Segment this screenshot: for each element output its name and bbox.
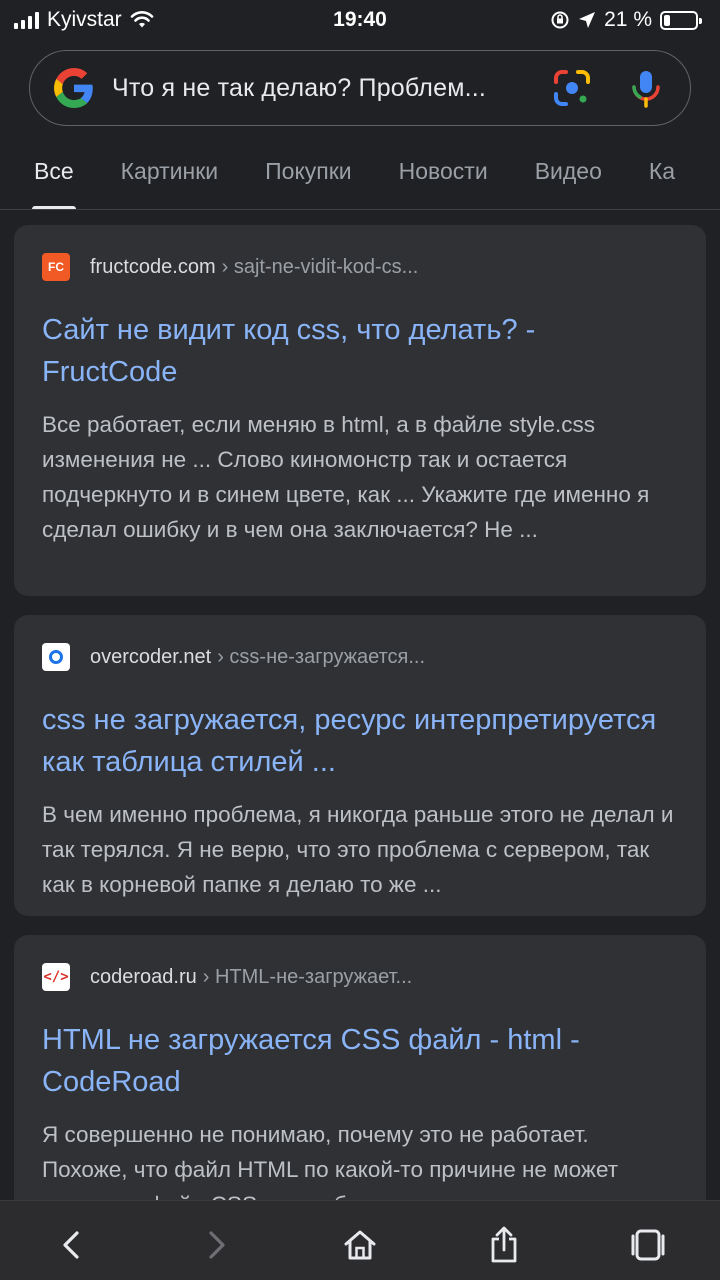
home-button[interactable]: [338, 1223, 382, 1267]
result-domain: overcoder.net: [90, 645, 212, 668]
result-title-link[interactable]: HTML не загружается CSS файл - html - Co…: [42, 1019, 678, 1103]
result-source[interactable]: FC fructcode.com › sajt-ne-vidit-kod-cs.…: [42, 247, 678, 287]
fructcode-favicon-icon: FC: [42, 253, 70, 281]
google-logo-icon: [54, 68, 93, 108]
result-title-link[interactable]: Сайт не видит код css, что делать? - Fru…: [42, 309, 678, 393]
result-source[interactable]: overcoder.net › css-не-загружается...: [42, 637, 678, 677]
orientation-lock-icon: [551, 11, 569, 29]
result-domain: fructcode.com: [90, 255, 216, 278]
tabs-button[interactable]: [626, 1223, 670, 1267]
google-lens-icon[interactable]: [552, 68, 592, 108]
share-button[interactable]: [482, 1223, 526, 1267]
wifi-icon: [130, 11, 153, 28]
forward-button[interactable]: [194, 1223, 238, 1267]
chevron-left-icon: [63, 1231, 79, 1259]
search-result: FC fructcode.com › sajt-ne-vidit-kod-cs.…: [14, 225, 706, 596]
tab-images[interactable]: Картинки: [121, 140, 218, 209]
tab-news[interactable]: Новости: [399, 140, 488, 209]
microphone-icon[interactable]: [626, 68, 666, 108]
result-title-link[interactable]: css не загружается, ресурс интерпретируе…: [42, 699, 678, 783]
battery-percent: 21 %: [604, 8, 652, 31]
result-path: › HTML-не-загружает...: [202, 965, 413, 988]
location-arrow-icon: [579, 12, 596, 28]
back-button[interactable]: [50, 1223, 94, 1267]
tab-all[interactable]: Все: [32, 140, 76, 209]
cellular-signal-icon: [14, 11, 39, 29]
tab-videos[interactable]: Видео: [535, 140, 602, 209]
share-icon: [491, 1226, 517, 1263]
result-domain: coderoad.ru: [90, 965, 197, 988]
search-input[interactable]: Что я не так делаю? Проблем...: [112, 74, 534, 103]
home-icon: [344, 1230, 376, 1260]
result-path: › sajt-ne-vidit-kod-cs...: [221, 255, 419, 278]
result-path: › css-не-загружается...: [217, 645, 426, 668]
tab-more[interactable]: Ка: [649, 140, 675, 209]
tabs-icon: [631, 1229, 665, 1261]
browser-toolbar: [0, 1200, 720, 1280]
battery-icon: [660, 10, 702, 30]
coderoad-favicon-icon: </>: [42, 963, 70, 991]
search-tabs: Все Картинки Покупки Новости Видео Ка: [0, 140, 720, 210]
search-result: overcoder.net › css-не-загружается... cs…: [14, 615, 706, 916]
result-snippet: В чем именно проблема, я никогда раньше …: [42, 802, 674, 897]
tab-shopping[interactable]: Покупки: [265, 140, 352, 209]
search-bar[interactable]: Что я не так делаю? Проблем...: [29, 50, 691, 126]
status-bar: Kyivstar 19:40 21 %: [0, 0, 720, 40]
overcoder-favicon-icon: [42, 643, 70, 671]
result-source[interactable]: </> coderoad.ru › HTML-не-загружает...: [42, 957, 678, 997]
carrier-name: Kyivstar: [47, 8, 122, 31]
result-snippet: Все работает, если меняю в html, а в фай…: [42, 412, 650, 542]
chevron-right-icon: [209, 1231, 225, 1259]
